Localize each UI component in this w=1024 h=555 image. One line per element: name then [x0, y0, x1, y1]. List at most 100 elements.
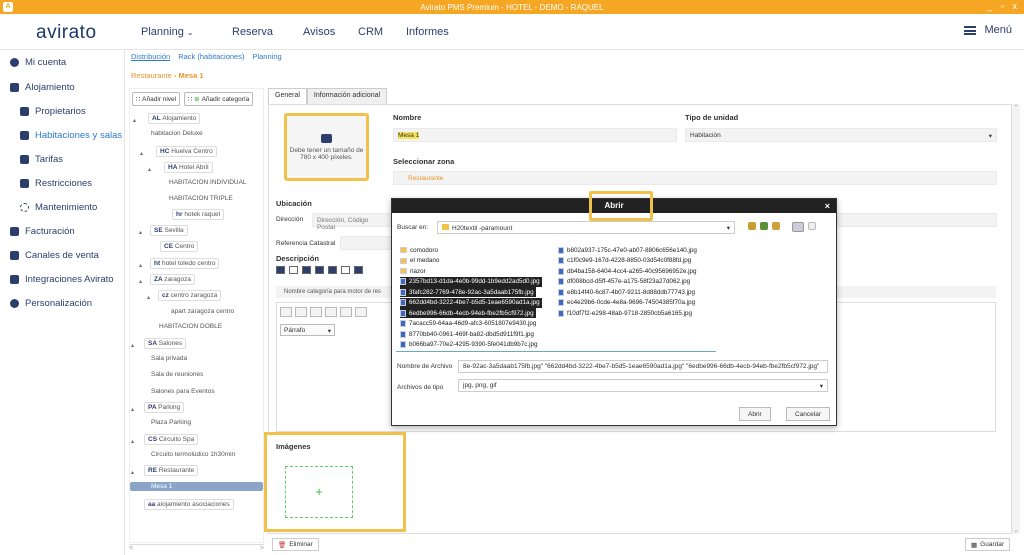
- tree-toggle-icon[interactable]: ▴: [148, 166, 151, 173]
- tree-toggle-icon[interactable]: ▴: [140, 150, 143, 157]
- tree-node[interactable]: CE Centro: [160, 241, 199, 252]
- add-level-button[interactable]: ∷ Añadir nivel: [132, 92, 181, 106]
- main-vertical-scrollbar[interactable]: ⌃ ⌄: [1012, 104, 1020, 534]
- lookin-select[interactable]: H20textil -paramount ▾: [437, 221, 735, 234]
- file-item[interactable]: b066ba97-70e2-4295-9390-5fe041db9b7c.jpg: [400, 340, 538, 350]
- sidebar-item-facturacion[interactable]: Facturación: [10, 226, 75, 237]
- outdent-icon[interactable]: [355, 307, 367, 317]
- sidebar-item-integraciones[interactable]: Integraciones Avirato: [10, 274, 114, 285]
- text-format-icon[interactable]: [302, 266, 311, 274]
- tree-toggle-icon[interactable]: ▴: [147, 294, 150, 301]
- file-item[interactable]: e8b14f40-6c87-4b07-9211-8d88ddb77743.jpg: [558, 287, 695, 297]
- tree-toggle-icon[interactable]: ▴: [139, 229, 142, 236]
- tab-distribucion[interactable]: Distribución: [131, 52, 170, 61]
- tree-node[interactable]: Sala privada: [148, 354, 190, 363]
- zona-select[interactable]: Restaurante: [393, 171, 997, 185]
- file-item[interactable]: 2357bd13-d1da-4e0b-99dd-1b9edd2ad5d0.jpg: [400, 276, 542, 287]
- tree-toggle-icon[interactable]: ▴: [133, 117, 136, 124]
- text-format-icon[interactable]: [289, 266, 298, 274]
- tree-node[interactable]: Circuito termolúdico 1h30min: [148, 450, 238, 459]
- tree-node[interactable]: PA Parking: [144, 402, 185, 413]
- tree-node[interactable]: AL Alojamiento: [148, 113, 201, 124]
- file-item[interactable]: db4ba158-6404-4cc4-a265-40c95696952e.jpg: [558, 266, 697, 276]
- nav-avisos[interactable]: Avisos: [303, 26, 335, 38]
- tree-node[interactable]: Plaza Parking: [148, 418, 194, 427]
- details-view-icon[interactable]: [808, 222, 816, 230]
- sidebar-item-tarifas[interactable]: Tarifas: [20, 154, 63, 165]
- sidebar-item-restricciones[interactable]: Restricciones: [20, 178, 92, 189]
- home-icon[interactable]: [760, 222, 768, 230]
- file-item[interactable]: 662dd4bd-3222-4be7-b5d5-1eae6590ad1a.jpg: [400, 297, 542, 308]
- align-justify-icon[interactable]: [325, 307, 337, 317]
- file-item[interactable]: df008bcd-d5ff-457e-a175-58f23a27d062.jpg: [558, 277, 690, 287]
- tree-node[interactable]: aa alojamiento asociaciones: [144, 499, 234, 510]
- file-item[interactable]: ec4e29b6-0cde-4e8a-9696-74504385f70a.jpg: [558, 298, 695, 308]
- tab-planning[interactable]: Planning: [252, 52, 281, 61]
- nombre-input[interactable]: Mesa 1: [393, 128, 677, 142]
- catastral-input[interactable]: [340, 236, 392, 250]
- direccion-extra-input[interactable]: [837, 213, 997, 227]
- nav-crm[interactable]: CRM: [358, 26, 383, 38]
- tab-info-adicional[interactable]: Información adicional: [306, 88, 388, 104]
- sidebar-item-mantenimiento[interactable]: Mantenimiento: [20, 202, 97, 213]
- tree-node[interactable]: cz centro zaragoza: [158, 290, 222, 301]
- add-image-dropzone[interactable]: +: [285, 466, 353, 518]
- tree-node[interactable]: HABITACION TRIPLE: [166, 194, 236, 203]
- file-item[interactable]: 7acacc59-64aa-46d9-afc3-6051807e9430.jpg: [400, 319, 536, 329]
- sidebar-item-propietarios[interactable]: Propietarios: [20, 106, 86, 117]
- tree-node[interactable]: HABITACION DOBLE: [156, 322, 225, 331]
- sidebar-item-habitaciones[interactable]: Habitaciones y salas: [20, 130, 122, 141]
- tree-horizontal-scrollbar[interactable]: < >: [129, 544, 264, 552]
- file-item[interactable]: 8770bb40-0961-469f-ba82-dbd5d911f9f1.jpg: [400, 329, 534, 339]
- tree-node[interactable]: ZA zaragoza: [150, 274, 195, 285]
- close-icon[interactable]: ×: [825, 199, 830, 213]
- text-format-icon[interactable]: [354, 266, 363, 274]
- tipo-unidad-select[interactable]: Habitación ▾: [685, 128, 997, 142]
- breadcrumb-parent[interactable]: Restaurante: [131, 71, 172, 80]
- file-item[interactable]: f10df7f2-e298-48ab-9718-2850cb5a6165.jpg: [558, 308, 692, 318]
- tree-node[interactable]: RE Restaurante: [144, 465, 199, 476]
- tree-node[interactable]: apart zaragoza centro: [168, 307, 237, 316]
- tree-node[interactable]: Salones para Eventos: [148, 387, 218, 396]
- nav-planning[interactable]: Planning ⌄: [141, 26, 194, 38]
- brand-logo[interactable]: avirato: [36, 22, 97, 44]
- folder-item[interactable]: el medano: [400, 256, 439, 266]
- menu-button[interactable]: Menú: [964, 24, 1012, 36]
- nav-informes[interactable]: Informes: [406, 26, 449, 38]
- sidebar-item-mi-cuenta[interactable]: Mi cuenta: [10, 57, 66, 68]
- tree-node[interactable]: HC Huelva Centro: [156, 146, 217, 157]
- tree-toggle-icon[interactable]: ▴: [131, 438, 134, 445]
- filetype-select[interactable]: jpg, png, gif ▾: [458, 379, 828, 392]
- sidebar-item-alojamiento[interactable]: Alojamiento: [10, 82, 75, 93]
- tab-rack[interactable]: Rack (habitaciones): [178, 52, 244, 61]
- folder-item[interactable]: riazor: [400, 266, 426, 276]
- tree-toggle-icon[interactable]: ▴: [139, 278, 142, 285]
- tree-toggle-icon[interactable]: ▴: [131, 342, 134, 349]
- file-item[interactable]: c1f0c9e9-167d-4228-8850-03d54c0f88fd.jpg: [558, 256, 691, 266]
- image-upload-box[interactable]: Debe tener un tamaño de 780 x 400 píxele…: [284, 113, 369, 181]
- save-button[interactable]: ▩ Guardar: [965, 538, 1011, 551]
- file-item[interactable]: b802a937-175c-47e0-ab07-8806c656e140.jpg: [558, 245, 697, 255]
- list-view-icon[interactable]: [792, 222, 804, 232]
- filename-input[interactable]: 8e-92ac-3a5daab175fb.jpg" "662dd4bd-3222…: [458, 360, 828, 373]
- sidebar-item-personalizacion[interactable]: Personalización: [10, 298, 92, 309]
- delete-button[interactable]: 🗑 Eliminar: [272, 538, 319, 551]
- text-format-icon[interactable]: [328, 266, 337, 274]
- tree-node[interactable]: SA Salones: [144, 338, 187, 349]
- add-category-button[interactable]: ∷ ⊕ Añadir categoría: [184, 92, 254, 106]
- folder-item[interactable]: comodoro: [400, 245, 438, 255]
- tree-node[interactable]: CS Circuito Spa: [144, 434, 199, 445]
- file-item[interactable]: 6edbe996-66db-4ecb-94eb-fbe2fb5cf972.jpg: [400, 308, 536, 318]
- tree-node[interactable]: HABITACION INDIVIDUAL: [166, 178, 250, 187]
- file-item[interactable]: 3fafc282-7769-478e-92ac-3a5daab175fb.jpg: [400, 287, 536, 297]
- tree-node[interactable]: ht hotel toledo centro: [150, 258, 220, 269]
- cancel-button[interactable]: Cancelar: [786, 407, 831, 421]
- text-format-icon[interactable]: [315, 266, 324, 274]
- nav-reserva[interactable]: Reserva: [232, 26, 273, 38]
- align-right-icon[interactable]: [310, 307, 322, 317]
- tree-node[interactable]: HA Hotel Abril: [164, 162, 213, 173]
- tree-node[interactable]: Sala de reuniones: [148, 370, 206, 379]
- align-left-icon[interactable]: [280, 307, 292, 317]
- up-folder-icon[interactable]: [748, 222, 756, 230]
- tree-toggle-icon[interactable]: ▴: [131, 469, 134, 476]
